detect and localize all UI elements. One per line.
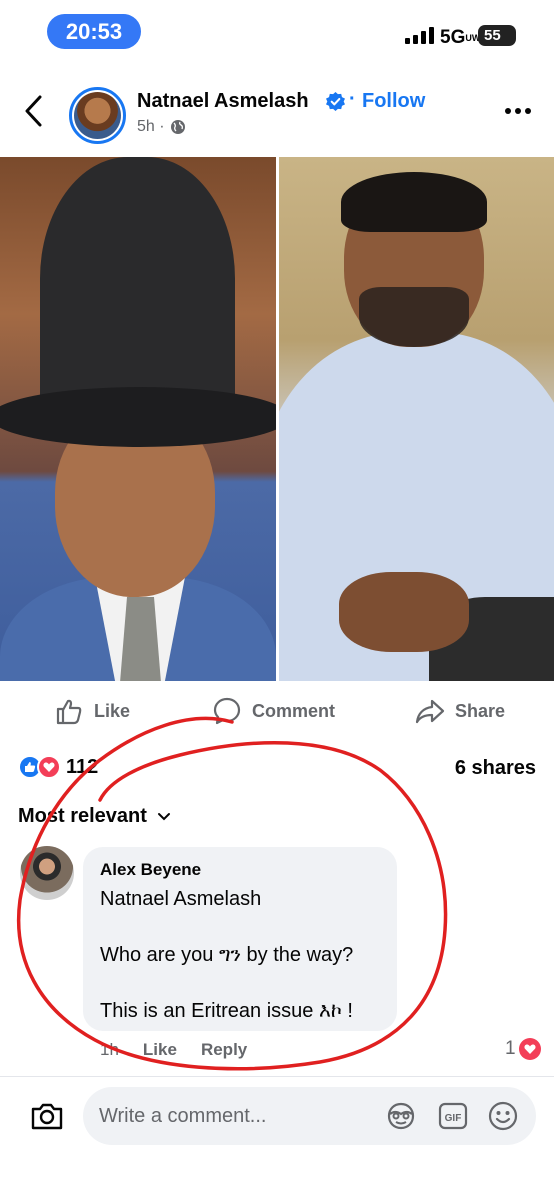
chevron-down-icon	[157, 812, 170, 820]
reaction-count: 112	[66, 755, 99, 778]
comment-time: 1h	[100, 1040, 119, 1059]
svg-text:GIF: GIF	[445, 1113, 462, 1124]
post-age: 5h ·	[137, 118, 165, 135]
comment-reaction-count: 1	[505, 1038, 516, 1059]
emoji-icon[interactable]	[487, 1100, 519, 1132]
network-indicator: 5GUW	[440, 27, 481, 48]
like-icon	[56, 699, 82, 725]
post-meta: 5h ·	[137, 118, 186, 136]
share-label: Share	[455, 700, 506, 721]
share-count[interactable]: 6 shares	[455, 757, 536, 780]
post-header: Natnael Asmelash · Follow 5h ·	[0, 72, 554, 152]
comment-bubble[interactable]: Alex Beyene Natnael Asmelash Who are you…	[83, 847, 397, 1031]
share-button[interactable]: Share	[415, 696, 505, 726]
status-bar: 20:53 5GUW 55	[0, 0, 554, 64]
commenter-avatar[interactable]	[20, 846, 74, 900]
post-actions: Like Comment Share	[0, 688, 554, 736]
signal-icon	[405, 26, 434, 44]
status-time: 20:53	[47, 14, 141, 49]
battery-level: 55	[484, 27, 501, 44]
comment-input-wrap: GIF	[83, 1087, 536, 1145]
comment-text: Natnael Asmelash Who are you ግን by the w…	[100, 888, 354, 1022]
comment-like-button[interactable]: Like	[143, 1040, 177, 1060]
love-reaction-icon	[37, 755, 61, 779]
battery-icon: 55	[478, 25, 516, 46]
comment-composer: GIF	[0, 1076, 554, 1200]
comment-button[interactable]: Comment	[212, 696, 335, 726]
comment-icon	[213, 697, 241, 725]
comment-sort-dropdown[interactable]: Most relevant	[18, 805, 171, 828]
author-name[interactable]: Natnael Asmelash	[137, 90, 309, 113]
post-photo[interactable]	[0, 157, 554, 681]
like-label: Like	[94, 700, 131, 721]
comment-label: Comment	[252, 700, 336, 721]
photo-right-portrait	[279, 157, 554, 681]
verified-icon	[326, 92, 345, 111]
comment-input[interactable]	[99, 1087, 379, 1145]
like-button[interactable]: Like	[54, 696, 130, 726]
comment-author[interactable]: Alex Beyene	[100, 860, 380, 880]
globe-icon	[170, 120, 185, 134]
share-icon	[415, 699, 445, 724]
author-avatar[interactable]	[69, 87, 126, 144]
photo-left-portrait	[0, 157, 276, 681]
camera-icon[interactable]	[30, 1101, 64, 1131]
back-icon[interactable]	[22, 94, 46, 128]
follow-button[interactable]: Follow	[362, 90, 425, 113]
separator-dot: ·	[349, 88, 356, 110]
more-icon[interactable]	[505, 108, 531, 114]
gif-icon[interactable]: GIF	[437, 1100, 469, 1132]
sticker-icon[interactable]	[385, 1100, 417, 1132]
comment-reaction[interactable]: 1	[505, 1038, 541, 1060]
reaction-summary[interactable]: 112	[18, 755, 98, 779]
comment-meta: 1h Like Reply	[100, 1040, 247, 1060]
sort-label: Most relevant	[18, 805, 147, 827]
comment-reply-button[interactable]: Reply	[201, 1040, 247, 1060]
love-reaction-icon	[518, 1038, 541, 1060]
